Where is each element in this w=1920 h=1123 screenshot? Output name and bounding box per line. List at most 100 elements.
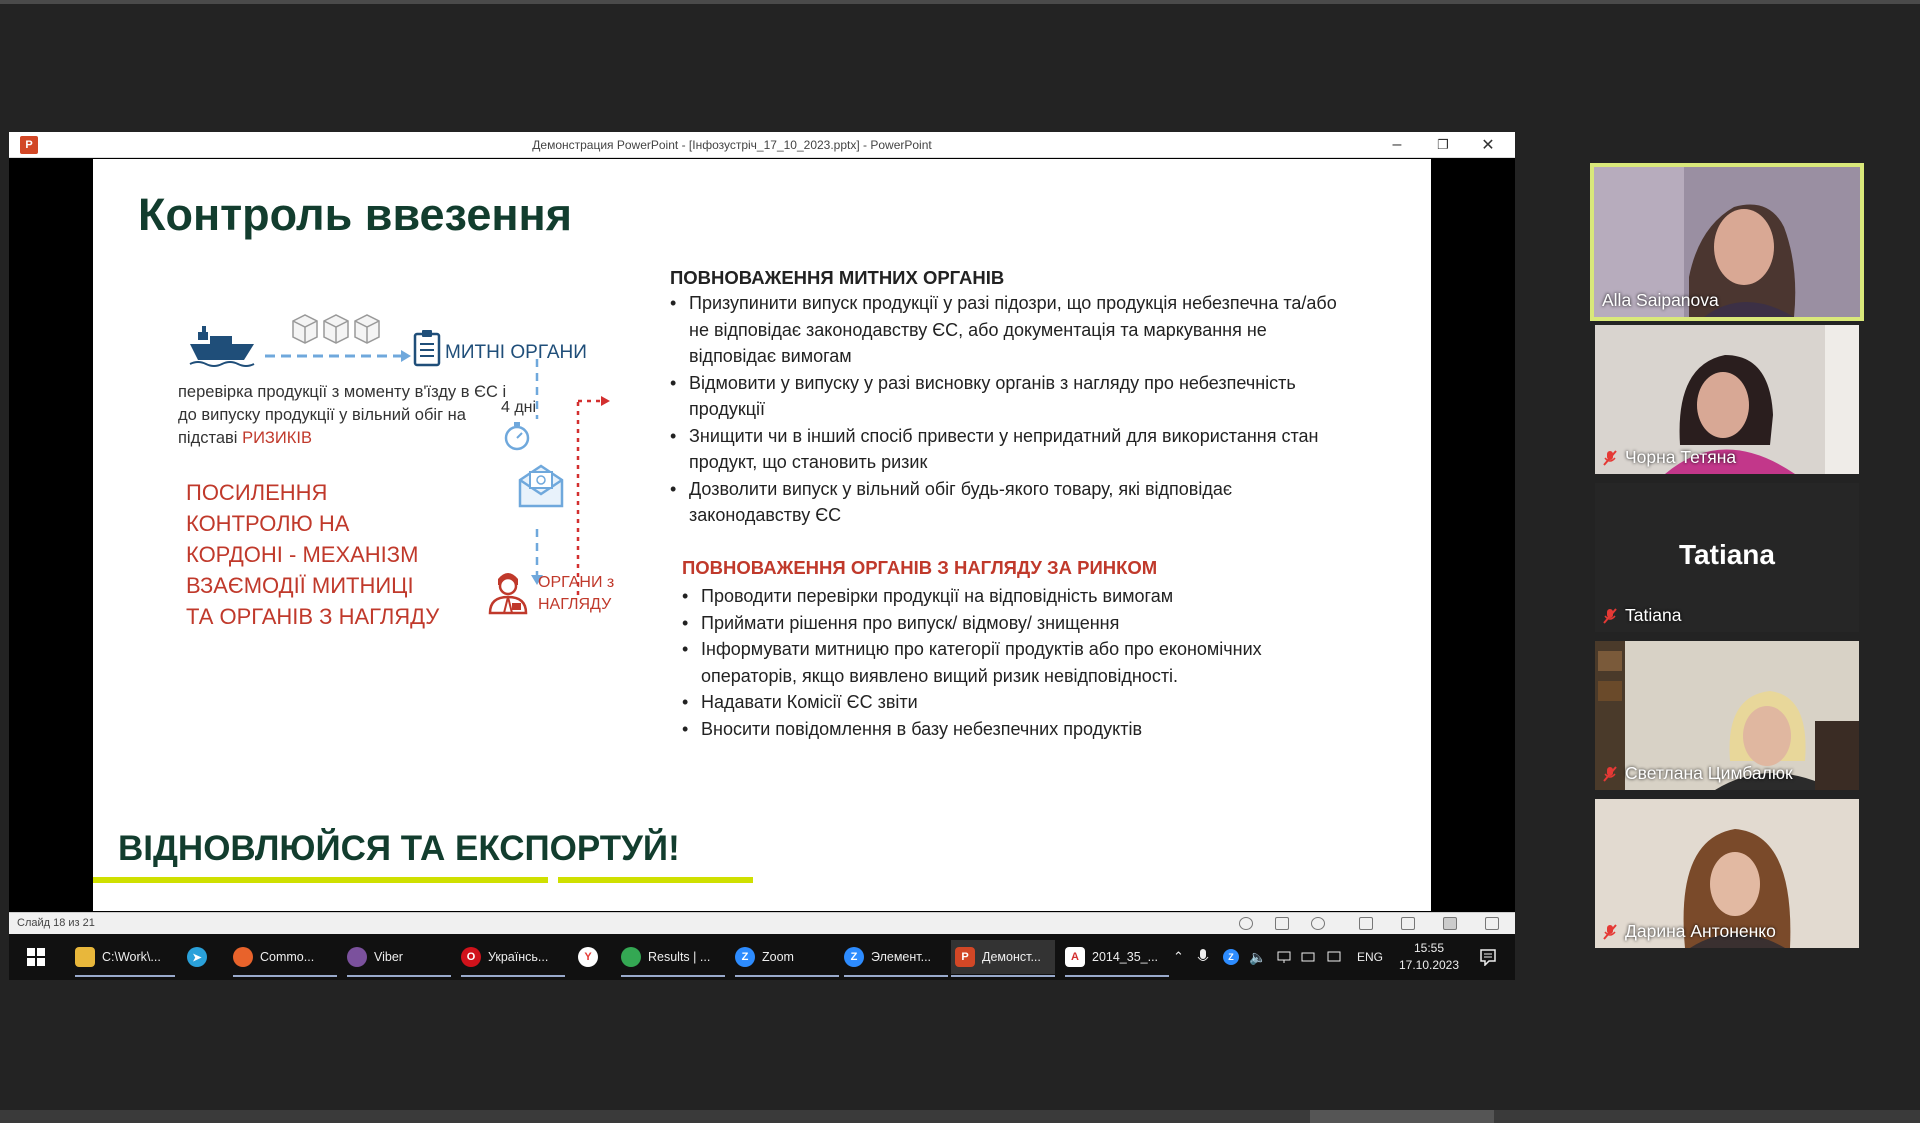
list-item: Інформувати митницю про категорії продук… — [682, 636, 1362, 689]
slide-sorter-icon[interactable] — [1401, 917, 1415, 930]
windows-taskbar: C:\Work\... ➤ Commo... Viber O Українсь..… — [9, 934, 1515, 980]
participant-name: Alla Saipanova — [1602, 290, 1719, 310]
pdf-icon: A — [1065, 947, 1085, 967]
top-border — [0, 0, 1920, 4]
taskbar-label: Демонст... — [982, 950, 1041, 964]
opera-icon: O — [461, 947, 481, 967]
taskbar-indicator — [461, 975, 565, 977]
start-button[interactable] — [27, 940, 45, 974]
boxes-icon — [292, 314, 380, 344]
participant-name-label: Чорна Тетяна — [1625, 447, 1737, 467]
chrome-icon — [621, 947, 641, 967]
notifications-icon[interactable] — [1479, 940, 1497, 974]
customs-powers-title: ПОВНОВАЖЕННЯ МИТНИХ ОРГАНІВ — [670, 267, 1005, 288]
envelope-icon — [518, 464, 564, 508]
taskbar-indicator — [75, 975, 175, 977]
keyboard-icon[interactable] — [1301, 940, 1315, 974]
participant-avatar-name: Tatiana — [1679, 539, 1775, 570]
slide-menu-icon[interactable] — [1275, 917, 1289, 930]
taskbar-label: Results | ... — [648, 950, 711, 964]
tray-chevron-icon[interactable]: ⌃ — [1173, 940, 1184, 974]
list-item: Надавати Комісії ЄС звіти — [682, 689, 1362, 716]
taskbar-item-explorer[interactable]: C:\Work\... — [75, 940, 175, 977]
taskbar-item-chrome[interactable]: Results | ... — [621, 940, 725, 977]
language-indicator[interactable]: ENG — [1357, 940, 1383, 974]
normal-view-icon[interactable] — [1359, 917, 1373, 930]
taskbar-label: Zoom — [762, 950, 794, 964]
taskbar-item-zoom-element[interactable]: Z Элемент... — [844, 940, 948, 977]
display-icon[interactable] — [1327, 940, 1341, 974]
tray-zoom-icon[interactable]: Z — [1223, 940, 1246, 974]
viber-icon — [347, 947, 367, 967]
taskbar-label: Viber — [374, 950, 403, 964]
taskbar-indicator — [1065, 975, 1169, 977]
participant-tile-active-speaker[interactable]: Alla Saipanova — [1590, 163, 1864, 321]
list-item: Вносити повідомлення в базу небезпечних … — [682, 716, 1362, 743]
participant-name-label: Tatiana — [1625, 605, 1682, 625]
taskbar-item-zoom[interactable]: Z Zoom — [735, 940, 839, 977]
taskbar-indicator — [621, 975, 725, 977]
reading-view-icon[interactable] — [1443, 917, 1457, 930]
participant-name-label: Дарина Антоненко — [1625, 921, 1776, 941]
taskbar-label: Українсь... — [488, 950, 549, 964]
slogan-underline — [558, 877, 753, 883]
slideshow-statusbar: Слайд 18 из 21 — [9, 912, 1515, 934]
taskbar-item-opera[interactable]: O Українсь... — [461, 940, 565, 977]
restore-button[interactable]: ❐ — [1423, 134, 1463, 156]
muted-microphone-icon — [1603, 449, 1617, 466]
oversight-organs-label: ОРГАНИ з НАГЛЯДУ — [538, 572, 614, 616]
windows-icon — [27, 948, 45, 966]
previous-slide-icon[interactable] — [1239, 917, 1253, 930]
muted-microphone-icon — [1603, 765, 1617, 782]
participant-name: Светлана Цимбалюк — [1595, 761, 1799, 786]
participant-name-label: Светлана Цимбалюк — [1625, 763, 1793, 783]
participant-tile[interactable]: Чорна Тетяна — [1595, 325, 1859, 474]
list-item: Дозволити випуск у вільний обіг будь-яко… — [670, 476, 1350, 529]
list-item: Проводити перевірки продукції на відпові… — [682, 583, 1362, 610]
window-titlebar: P Демонстрация PowerPoint - [Інфозустріч… — [9, 132, 1515, 158]
market-powers-list: Проводити перевірки продукції на відпові… — [682, 583, 1362, 742]
taskbar-item-yandex[interactable]: Y — [578, 940, 605, 974]
slogan: ВІДНОВЛЮЙСЯ ТА ЕКСПОРТУЙ! — [118, 829, 680, 868]
taskbar-label: C:\Work\... — [102, 950, 161, 964]
minimize-button[interactable]: – — [1377, 134, 1417, 156]
inspector-icon — [488, 573, 528, 615]
taskbar-indicator — [844, 975, 948, 977]
clock-date: 17.10.2023 — [1398, 958, 1460, 972]
list-item: Приймати рішення про випуск/ відмову/ зн… — [682, 610, 1362, 637]
taskbar-item-pdf[interactable]: A 2014_35_... — [1065, 940, 1169, 977]
muted-microphone-icon — [1603, 923, 1617, 940]
ship-icon — [189, 326, 255, 367]
muted-microphone-icon — [1603, 607, 1617, 624]
stopwatch-icon — [504, 422, 530, 451]
slideshow-icon[interactable] — [1485, 917, 1499, 930]
taskbar-clock[interactable]: 15:55 17.10.2023 — [1397, 940, 1461, 974]
volume-icon[interactable]: 🔈 — [1249, 940, 1266, 974]
taskbar-item-viber[interactable]: Viber — [347, 940, 451, 977]
taskbar-label: 2014_35_... — [1092, 950, 1159, 964]
participant-tile[interactable]: Светлана Цимбалюк — [1595, 641, 1859, 790]
next-slide-icon[interactable] — [1311, 917, 1325, 930]
close-button[interactable]: ✕ — [1468, 134, 1508, 156]
network-icon[interactable] — [1277, 940, 1291, 974]
bottom-toolbar-strip — [0, 1110, 1920, 1123]
taskbar-item-firefox[interactable]: Commo... — [233, 940, 337, 977]
taskbar-indicator — [347, 975, 451, 977]
participant-tile[interactable]: Tatiana Tatiana — [1595, 483, 1859, 632]
taskbar-indicator — [735, 975, 839, 977]
bottom-toolbar-highlight — [1310, 1110, 1494, 1123]
zoom-meeting-screen: P Демонстрация PowerPoint - [Інфозустріч… — [0, 0, 1920, 1123]
list-item: Призупинити випуск продукції у разі підо… — [670, 290, 1350, 370]
oversight-organs-line1: ОРГАНИ з — [538, 574, 615, 591]
participant-name: Tatiana — [1595, 603, 1687, 628]
microphone-icon[interactable] — [1197, 940, 1209, 974]
taskbar-item-telegram[interactable]: ➤ — [187, 940, 214, 974]
powerpoint-window: P Демонстрация PowerPoint - [Інфозустріч… — [9, 132, 1515, 980]
participant-name: Чорна Тетяна — [1595, 445, 1742, 470]
taskbar-item-powerpoint[interactable]: P Демонст... — [951, 940, 1055, 977]
risk-word: РИЗИКІВ — [242, 429, 312, 447]
market-powers-title: ПОВНОВАЖЕННЯ ОРГАНІВ З НАГЛЯДУ ЗА РИНКОМ — [682, 557, 1158, 578]
yandex-icon: Y — [578, 947, 598, 967]
list-item: Відмовити у випуску у разі висновку орга… — [670, 370, 1350, 423]
participant-tile[interactable]: Дарина Антоненко — [1595, 799, 1859, 948]
